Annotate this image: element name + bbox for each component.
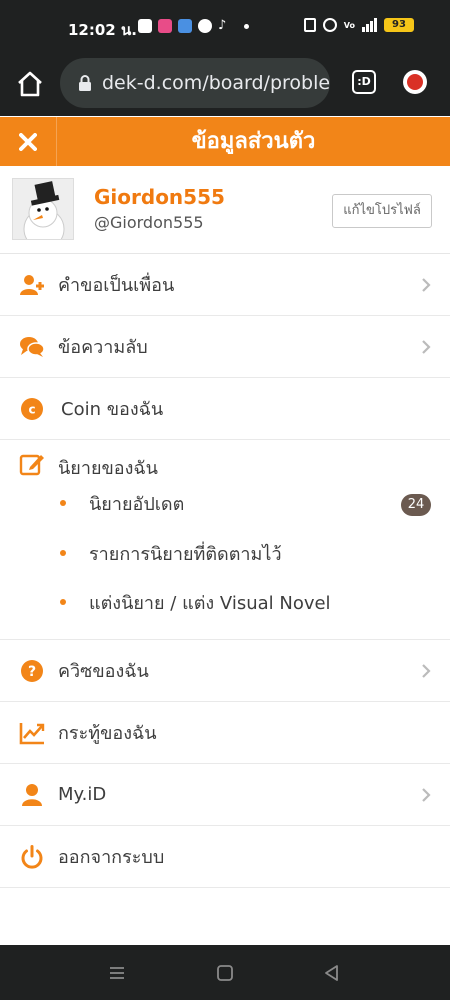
profile-card: Giordon555 @Giordon555 แก้ไขโปรไฟล์	[0, 166, 450, 254]
profile-handle: @Giordon555	[94, 213, 204, 232]
status-time: 12:02 น.	[68, 21, 137, 39]
system-icons: Vo 93	[303, 18, 414, 32]
menu-label: ข้อความลับ	[58, 337, 148, 358]
menu-label: ออกจากระบบ	[58, 847, 165, 868]
close-button[interactable]	[0, 117, 57, 166]
more-dot-icon	[244, 24, 249, 29]
tabs-button[interactable]: :D	[352, 70, 376, 94]
menu-label: Coin ของฉัน	[61, 399, 164, 420]
menu-label: My.iD	[58, 784, 107, 805]
url-text: dek-d.com/board/proble	[102, 72, 330, 94]
page-title: ข้อมูลส่วนตัว	[191, 129, 316, 154]
lock-icon	[79, 75, 91, 91]
menu-item-myid[interactable]: My.iD	[0, 764, 450, 826]
chevron-right-icon	[422, 788, 431, 802]
line-icon	[198, 19, 212, 33]
snowman-avatar-icon	[13, 179, 73, 239]
user-icon	[22, 784, 42, 806]
shopee-icon	[138, 19, 152, 33]
menu-group-novels: นิยายของฉัน นิยายอัปเดต 24 รายการนิยายที…	[0, 440, 450, 640]
menu-item-logout[interactable]: ออกจากระบบ	[0, 826, 450, 888]
edit-note-icon	[19, 454, 44, 476]
tiktok-icon: ♪	[218, 18, 227, 33]
power-icon	[21, 845, 43, 869]
menu-item-friend-requests[interactable]: คำขอเป็นเพื่อน	[0, 254, 450, 316]
home-icon[interactable]	[14, 68, 46, 100]
nfc-icon	[303, 18, 316, 32]
trend-chart-icon	[19, 723, 45, 745]
menu-item-messages[interactable]: ข้อความลับ	[0, 316, 450, 378]
submenu-label: นิยายอัปเดต	[89, 493, 185, 515]
notification-icons: ♪	[138, 19, 249, 33]
profile-menu: คำขอเป็นเพื่อน ข้อความลับ c Coin ของฉัน …	[0, 254, 450, 888]
menu-item-coin[interactable]: c Coin ของฉัน	[0, 378, 450, 440]
home-nav-icon[interactable]	[215, 963, 235, 983]
menu-item-board[interactable]: กระทู้ของฉัน	[0, 702, 450, 764]
submenu-item-following[interactable]: รายการนิยายที่ติดตามไว้	[60, 538, 282, 568]
menu-label: นิยายของฉัน	[58, 458, 158, 479]
browser-account-icon[interactable]	[403, 70, 427, 94]
app-icon	[178, 19, 192, 33]
system-nav-bar	[0, 945, 450, 1000]
submenu-item-novel-updates[interactable]: นิยายอัปเดต	[60, 488, 184, 518]
chevron-right-icon	[422, 664, 431, 678]
submenu-label: แต่งนิยาย / แต่ง Visual Novel	[89, 592, 331, 614]
bullet	[60, 500, 66, 506]
menu-item-quiz[interactable]: ? ควิซของฉัน	[0, 640, 450, 702]
url-bar[interactable]: dek-d.com/board/proble	[60, 58, 330, 108]
bullet	[60, 550, 66, 556]
avatar[interactable]	[12, 178, 74, 240]
question-circle-icon: ?	[21, 660, 43, 682]
count-badge: 24	[401, 494, 431, 516]
alarm-icon	[322, 18, 337, 32]
volte-icon: Vo	[343, 20, 355, 30]
edit-profile-button[interactable]: แก้ไขโปรไฟล์	[332, 194, 432, 228]
add-friend-icon	[20, 275, 44, 295]
back-icon[interactable]	[322, 963, 342, 983]
chat-bubbles-icon	[20, 337, 45, 357]
browser-toolbar: dek-d.com/board/proble :D	[0, 58, 450, 116]
submenu-item-write[interactable]: แต่งนิยาย / แต่ง Visual Novel	[60, 587, 331, 617]
status-bar: 12:02 น. ♪ Vo 93	[0, 0, 450, 58]
chevron-right-icon	[422, 340, 431, 354]
coin-icon: c	[21, 398, 43, 420]
profile-name: Giordon555	[94, 185, 225, 209]
photos-icon	[158, 19, 172, 33]
close-icon	[19, 132, 37, 151]
menu-label: ควิซของฉัน	[58, 661, 149, 682]
submenu-label: รายการนิยายที่ติดตามไว้	[89, 543, 282, 565]
svg-text:c: c	[28, 403, 35, 417]
menu-label: กระทู้ของฉัน	[58, 723, 157, 744]
chevron-right-icon	[422, 278, 431, 292]
page-header: ข้อมูลส่วนตัว	[0, 117, 450, 166]
menu-label: คำขอเป็นเพื่อน	[58, 275, 175, 296]
battery-icon: 93	[384, 18, 414, 32]
svg-text:?: ?	[28, 664, 36, 680]
bullet	[60, 599, 66, 605]
recent-apps-icon[interactable]	[107, 963, 127, 983]
signal-icon	[362, 18, 377, 32]
